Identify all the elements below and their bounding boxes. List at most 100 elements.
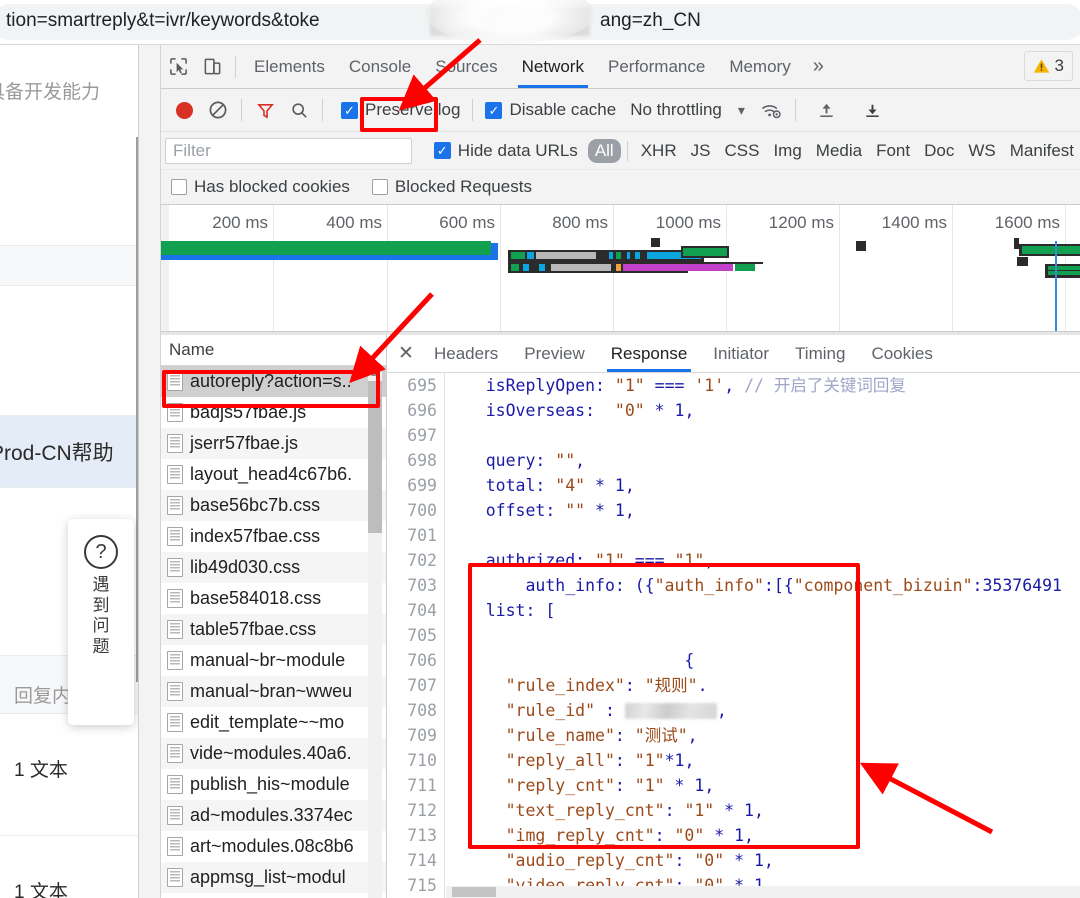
detail-tab-label: Initiator (713, 343, 770, 363)
request-name-label: table57fbae.css (190, 619, 317, 639)
throttling-select[interactable]: No throttling (630, 100, 722, 120)
request-row[interactable]: manual~bran~wweu (161, 676, 386, 707)
export-har-icon[interactable] (856, 93, 890, 127)
type-filter-media[interactable]: Media (809, 139, 869, 163)
preserve-log-checkbox[interactable]: ✓ Preserve log (341, 100, 460, 120)
has-blocked-cookies-checkbox[interactable]: Has blocked cookies (171, 177, 350, 197)
detail-tab-initiator[interactable]: Initiator (700, 335, 782, 372)
type-filter-doc[interactable]: Doc (917, 139, 961, 163)
request-row[interactable]: index57fbae.css (161, 521, 386, 552)
request-row[interactable]: appmsg_list~modul (161, 862, 386, 893)
network-conditions-icon[interactable] (755, 93, 789, 127)
browser-address-bar[interactable]: tion=smartreply&t=ivr/keywords&toke ang=… (0, 0, 1080, 45)
page-divider (0, 835, 160, 836)
import-har-icon[interactable] (810, 93, 844, 127)
more-tabs-icon[interactable]: » (803, 55, 834, 78)
blocked-requests-label: Blocked Requests (394, 177, 532, 196)
detail-tab-response[interactable]: Response (598, 335, 701, 372)
request-row[interactable]: jserr57fbae.js (161, 428, 386, 459)
code-token: . (697, 676, 708, 695)
request-row[interactable]: lib49d030.css (161, 552, 386, 583)
type-filter-manifest[interactable]: Manifest (1003, 139, 1080, 163)
code-line-number: 702 (407, 551, 437, 570)
disable-cache-checkbox[interactable]: ✓ Disable cache (485, 100, 616, 120)
detail-tab-label: Cookies (871, 343, 933, 363)
blocked-requests-checkbox[interactable]: Blocked Requests (371, 177, 532, 197)
overview-gridline (952, 205, 953, 331)
search-icon[interactable] (282, 93, 316, 127)
tab-network[interactable]: Network (510, 45, 596, 88)
code-content[interactable]: isReplyOpen: "1" === '1', // 开启了关键词回复 is… (446, 373, 1080, 898)
inspect-element-icon[interactable] (161, 50, 195, 84)
request-row[interactable]: art~modules.08c8b6 (161, 831, 386, 862)
code-horizontal-scrollbar-track[interactable] (446, 886, 1080, 898)
code-token: , (724, 376, 745, 395)
filter-icon[interactable] (248, 93, 282, 127)
scroll-up-arrow-icon[interactable] (368, 366, 382, 381)
tab-memory[interactable]: Memory (717, 45, 802, 88)
code-line-number: 704 (407, 601, 437, 620)
code-line: isOverseas: "0" * 1, (446, 398, 1080, 423)
detail-tab-cookies[interactable]: Cookies (858, 335, 945, 372)
warning-count: 3 (1054, 56, 1064, 75)
clear-button[interactable] (201, 93, 235, 127)
network-request-list[interactable]: Name autoreply?action=s.. badjs57fbae.js j… (161, 335, 387, 898)
request-row[interactable]: autoreply?action=s.. (161, 366, 386, 397)
request-row[interactable]: base56bc7b.css (161, 490, 386, 521)
code-token: "rule_id" (505, 701, 596, 720)
type-filter-all[interactable]: All (587, 138, 621, 163)
type-filter-font[interactable]: Font (869, 139, 917, 163)
tab-sources[interactable]: Sources (423, 45, 509, 88)
code-line: "reply_all": "1"*1, (446, 748, 1080, 773)
close-icon[interactable]: ✕ (391, 339, 421, 369)
tab-console[interactable]: Console (337, 45, 423, 88)
device-toolbar-icon[interactable] (195, 50, 229, 84)
request-row[interactable]: base584018.css (161, 583, 386, 614)
type-filter-ws[interactable]: WS (961, 139, 1002, 163)
tab-performance[interactable]: Performance (596, 45, 717, 88)
waterfall-bar (539, 264, 545, 271)
request-list-header[interactable]: Name (161, 335, 386, 366)
page-text-capability: 具备开发能力 (0, 82, 101, 103)
type-filter-img[interactable]: Img (766, 139, 808, 163)
network-overview-timeline[interactable]: 200 ms 400 ms 600 ms 800 ms 1000 ms 1200… (161, 205, 1080, 332)
hide-data-urls-checkbox[interactable]: ✓ Hide data URLs (433, 141, 578, 161)
request-row[interactable]: vide~modules.40a6. (161, 738, 386, 769)
code-token: , (716, 701, 727, 720)
warning-badge[interactable]: 3 (1023, 51, 1073, 81)
request-row[interactable]: badjs57fbae.js (161, 397, 386, 428)
chevron-down-icon[interactable]: ▾ (738, 102, 745, 119)
request-row[interactable]: edit_template~~mo (161, 707, 386, 738)
response-code-viewer[interactable]: 695 696 697 698 699 700 701 702 703 704 705 706 707 7… (387, 373, 1080, 898)
tab-label: Network (521, 56, 584, 76)
detail-tab-headers[interactable]: Headers (421, 335, 511, 372)
request-name-label: layout_head4c67b6. (190, 464, 353, 484)
code-line: { (446, 648, 1080, 673)
request-row[interactable]: manual~br~module (161, 645, 386, 676)
request-list-scrollbar-thumb[interactable] (368, 381, 382, 533)
detail-tab-label: Headers (434, 343, 499, 363)
request-row[interactable]: layout_head4c67b6. (161, 459, 386, 490)
overview-tick-label: 1600 ms (994, 213, 1060, 232)
detail-tab-preview[interactable]: Preview (511, 335, 597, 372)
document-icon (167, 868, 183, 887)
request-row[interactable]: ad~modules.3374ec (161, 800, 386, 831)
type-filter-css[interactable]: CSS (717, 139, 766, 163)
help-float-card[interactable]: ? 遇到问题 (68, 519, 134, 725)
type-filter-js[interactable]: JS (684, 139, 718, 163)
code-horizontal-scrollbar-thumb[interactable] (452, 887, 496, 897)
request-detail-panel: ✕ Headers Preview Response Initiator Tim… (387, 335, 1080, 898)
document-icon (167, 806, 183, 825)
request-row[interactable]: publish_his~module (161, 769, 386, 800)
detail-tab-timing[interactable]: Timing (782, 335, 858, 372)
tab-elements[interactable]: Elements (242, 45, 337, 88)
filter-input[interactable] (165, 137, 412, 164)
request-row[interactable]: table57fbae.css (161, 614, 386, 645)
redacted-value (624, 703, 717, 719)
record-button[interactable] (167, 93, 201, 127)
document-icon (167, 682, 183, 701)
type-filter-xhr[interactable]: XHR (634, 139, 684, 163)
request-name-label: appmsg_list~modul (190, 867, 346, 887)
